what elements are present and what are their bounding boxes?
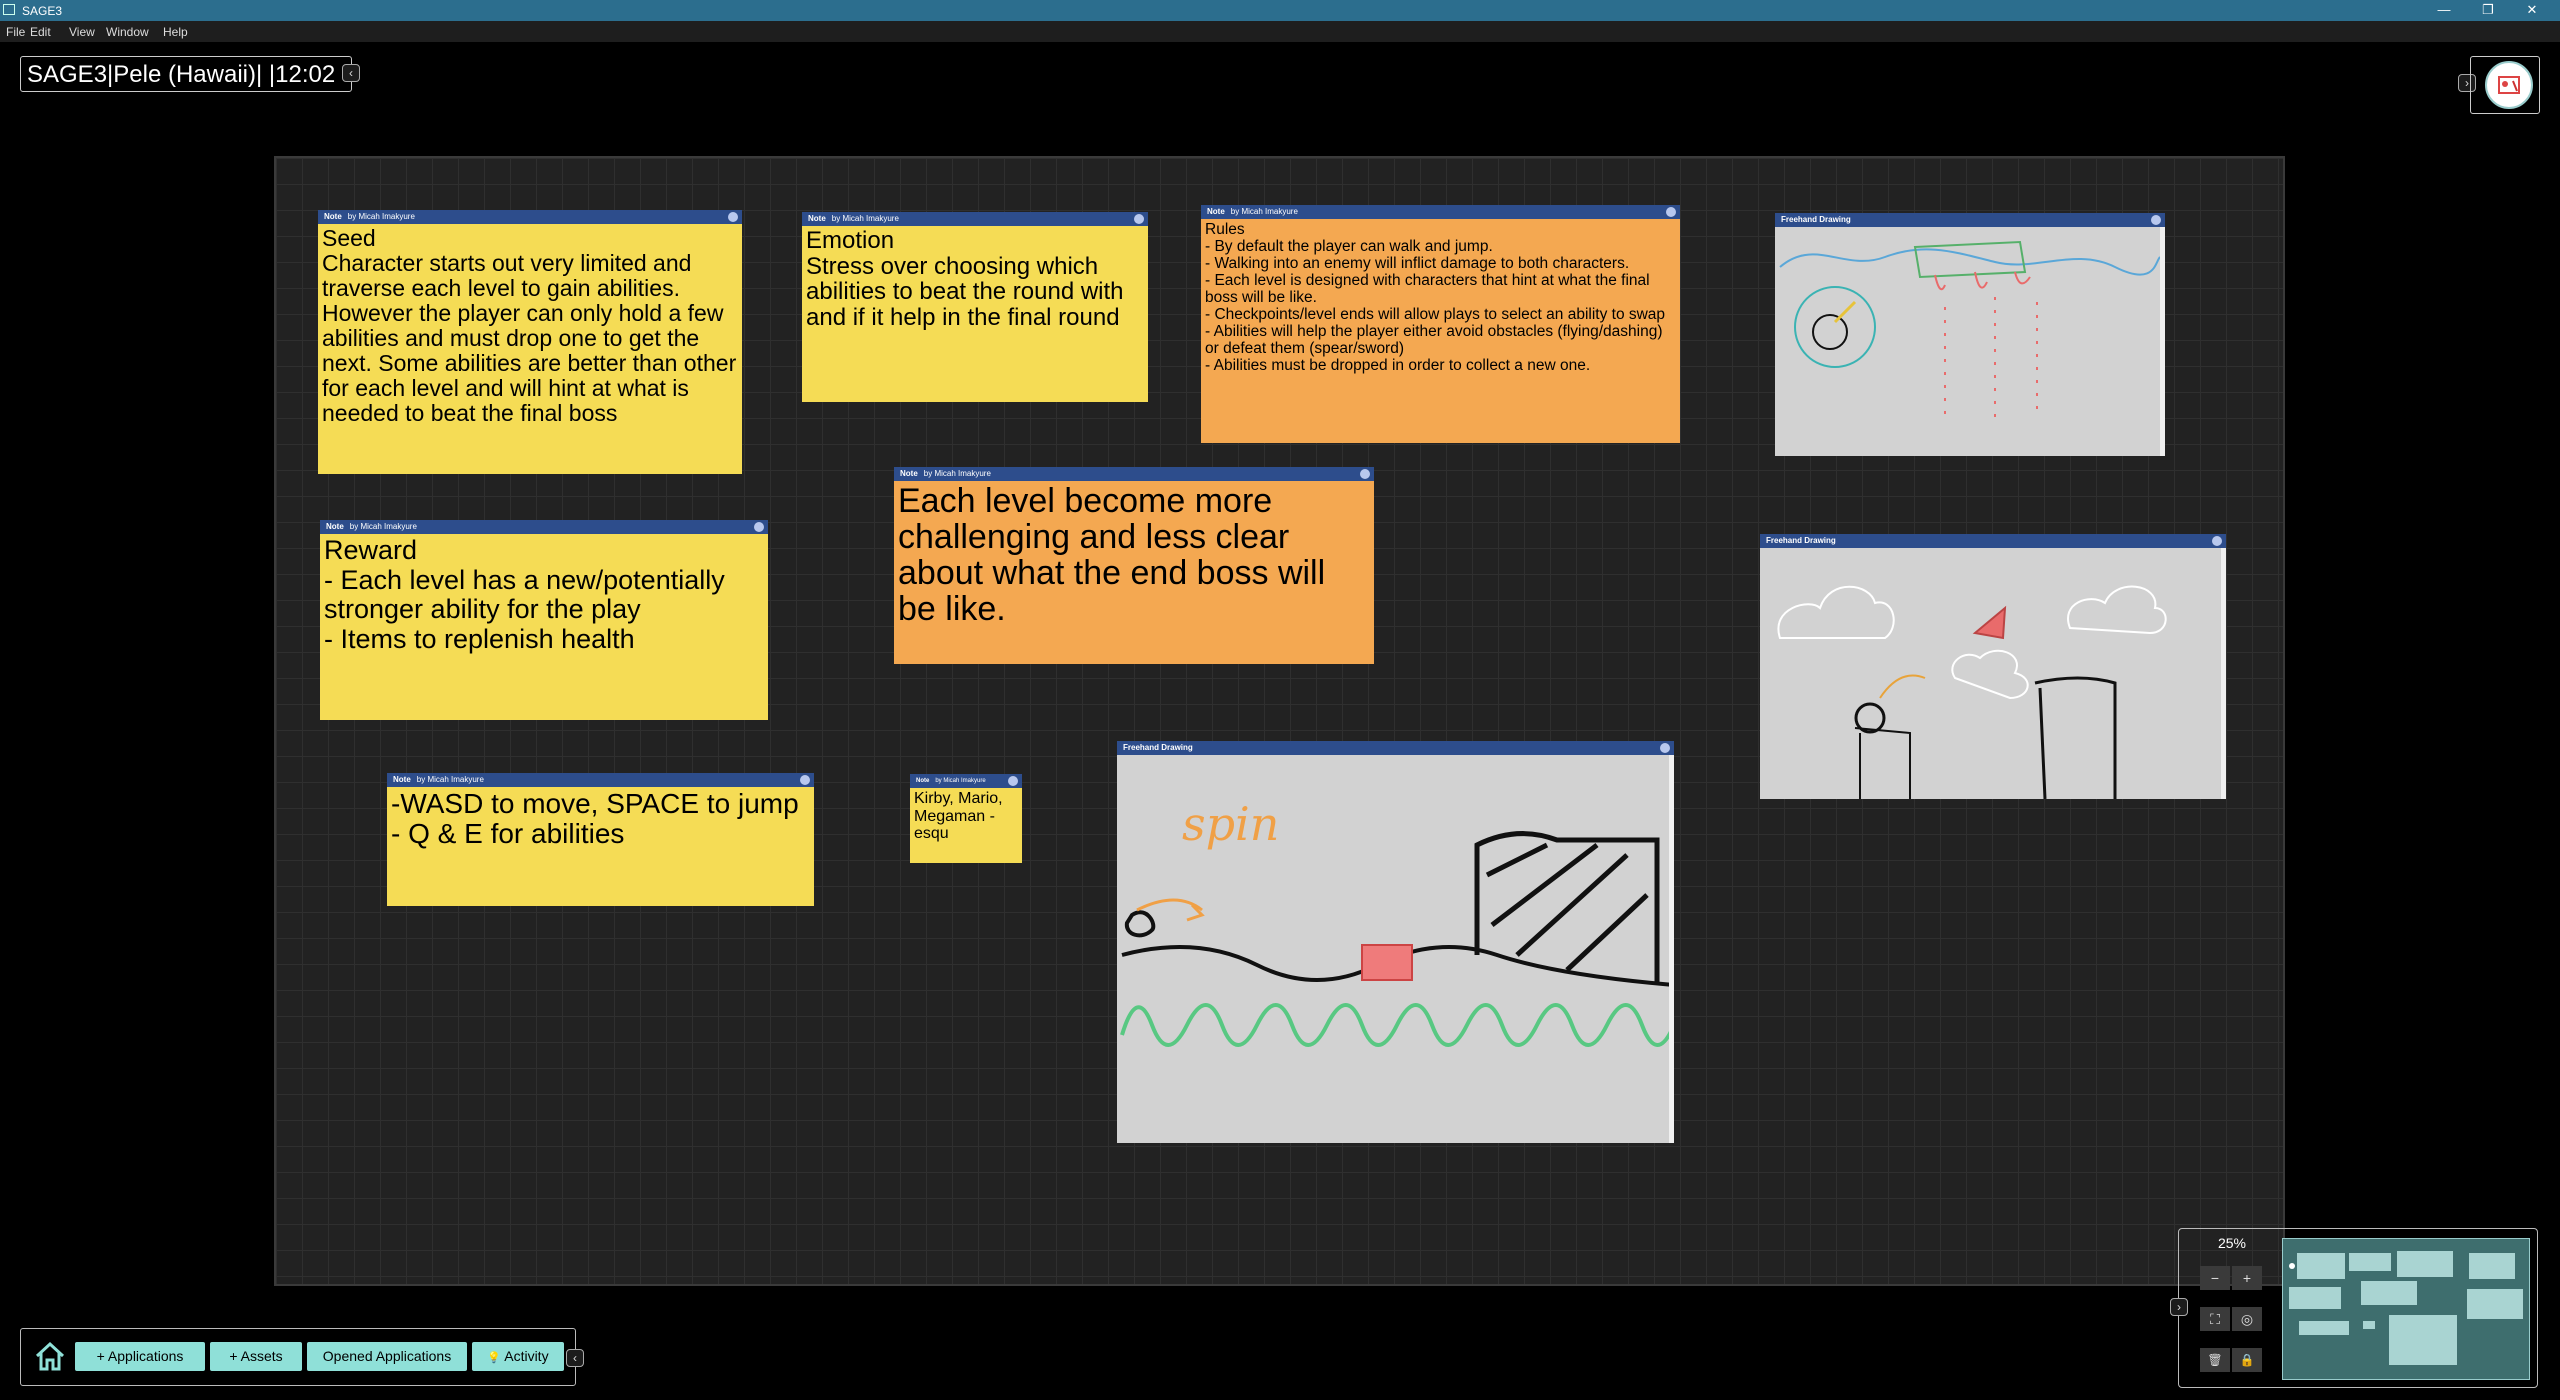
note-header[interactable]: Note by Micah Imakyure	[318, 210, 742, 224]
info-icon[interactable]	[1134, 214, 1144, 224]
note-text[interactable]: Kirby, Mario, Megaman - esqu	[910, 788, 1022, 863]
drawing-scrollbar[interactable]	[2221, 548, 2226, 799]
minimap-app	[2361, 1281, 2417, 1305]
note-header[interactable]: Note by Micah Imakyure	[387, 773, 814, 787]
close-button[interactable]: ✕	[2512, 1, 2552, 19]
menu-file[interactable]: File	[6, 25, 25, 39]
drawing-canvas[interactable]	[1775, 227, 2165, 456]
window-title: SAGE3	[22, 4, 63, 18]
freehand-drawing-3[interactable]: Freehand Drawing spin	[1117, 741, 1674, 1143]
lock-icon[interactable]: 🔒	[2232, 1348, 2262, 1372]
center-view-icon[interactable]: ◎	[2232, 1307, 2262, 1331]
avatar-image-icon	[2498, 76, 2520, 94]
info-icon[interactable]	[2151, 215, 2161, 225]
minimap[interactable]	[2282, 1238, 2530, 1380]
freehand-drawing-2[interactable]: Freehand Drawing	[1760, 534, 2226, 799]
info-icon[interactable]	[1660, 743, 1670, 753]
drawing-header[interactable]: Freehand Drawing	[1775, 213, 2165, 227]
opened-applications-button[interactable]: Opened Applications	[307, 1342, 467, 1371]
sage3-app-icon	[3, 4, 15, 15]
applications-button[interactable]: + Applications	[75, 1342, 205, 1371]
window-titlebar: SAGE3 — ❐ ✕	[0, 0, 2560, 21]
board-title: SAGE3|Pele (Hawaii)| |12:02	[20, 56, 352, 92]
user-avatar-panel	[2470, 56, 2540, 114]
freehand-drawing-1[interactable]: Freehand Drawing	[1775, 213, 2165, 456]
note-text[interactable]: Each level become more challenging and l…	[894, 481, 1374, 664]
info-icon[interactable]	[754, 522, 764, 532]
zoom-in-button[interactable]: +	[2232, 1266, 2262, 1290]
info-icon[interactable]	[1360, 469, 1370, 479]
info-icon[interactable]	[1666, 207, 1676, 217]
note-rules[interactable]: Note by Micah Imakyure Rules - By default…	[1201, 205, 1680, 443]
drawing-sketch	[1777, 585, 2167, 799]
main-toolbar: + Applications + Assets Opened Applicati…	[20, 1328, 576, 1386]
note-text[interactable]: -WASD to move, SPACE to jump - Q & E for…	[387, 787, 814, 906]
collapse-toolbar-button[interactable]: ‹	[566, 1349, 584, 1367]
note-inspiration[interactable]: Note by Micah Imakyure Kirby, Mario, Mega…	[910, 774, 1022, 863]
info-icon[interactable]	[800, 775, 810, 785]
menu-bar: File Edit View Window Help	[0, 21, 2560, 42]
note-header[interactable]: Note by Micah Imakyure	[910, 774, 1022, 788]
minimize-button[interactable]: —	[2424, 1, 2464, 19]
drawing-scrollbar[interactable]	[1669, 755, 1674, 1143]
menu-view[interactable]: View	[69, 25, 95, 39]
minimap-app	[2467, 1289, 2523, 1319]
note-controls[interactable]: Note by Micah Imakyure -WASD to move, SPA…	[387, 773, 814, 906]
activity-button[interactable]: 💡 Activity	[472, 1342, 564, 1371]
minimap-cursor	[2289, 1263, 2295, 1269]
handwriting-text: spin	[1182, 797, 1279, 851]
zoom-level: 25%	[2217, 1235, 2247, 1251]
minimap-app	[2389, 1315, 2457, 1365]
fit-board-icon[interactable]: ⛶	[2200, 1307, 2230, 1331]
note-seed[interactable]: Note by Micah Imakyure Seed Character sta…	[318, 210, 742, 474]
drawing-sketch: spin	[1120, 797, 1674, 1047]
expand-navigator-button[interactable]: ›	[2170, 1298, 2188, 1316]
trash-icon[interactable]: 🗑	[2200, 1348, 2230, 1372]
minimap-app	[2349, 1253, 2391, 1271]
minimap-app	[2297, 1253, 2345, 1279]
drawing-canvas[interactable]: spin	[1117, 755, 1674, 1143]
note-text[interactable]: Emotion Stress over choosing which abili…	[802, 226, 1148, 402]
note-text[interactable]: Rules - By default the player can walk a…	[1201, 219, 1680, 443]
plus-icon: +	[96, 1348, 105, 1364]
note-challenge[interactable]: Note by Micah Imakyure Each level become …	[894, 467, 1374, 664]
minimap-app	[2289, 1287, 2341, 1309]
minimap-app	[2469, 1253, 2515, 1279]
drawing-header[interactable]: Freehand Drawing	[1760, 534, 2226, 548]
note-text[interactable]: Seed Character starts out very limited a…	[318, 224, 742, 474]
drawing-scrollbar[interactable]	[2160, 227, 2165, 456]
note-header[interactable]: Note by Micah Imakyure	[802, 212, 1148, 226]
minimap-app	[2363, 1321, 2375, 1329]
info-icon[interactable]	[728, 212, 738, 222]
lightbulb-icon: 💡	[487, 1352, 502, 1364]
menu-edit[interactable]: Edit	[30, 25, 51, 39]
note-emotion[interactable]: Note by Micah Imakyure Emotion Stress ove…	[802, 212, 1148, 402]
home-icon[interactable]	[33, 1339, 67, 1373]
zoom-out-button[interactable]: −	[2200, 1266, 2230, 1290]
note-text[interactable]: Reward - Each level has a new/potentiall…	[320, 534, 768, 720]
menu-window[interactable]: Window	[106, 25, 149, 39]
drawing-sketch	[1779, 240, 2161, 417]
drawing-header[interactable]: Freehand Drawing	[1117, 741, 1674, 755]
note-header[interactable]: Note by Micah Imakyure	[320, 520, 768, 534]
info-icon[interactable]	[2212, 536, 2222, 546]
minimap-app	[2299, 1321, 2349, 1335]
minimap-app	[2397, 1251, 2453, 1277]
drawing-canvas[interactable]	[1760, 548, 2226, 799]
menu-help[interactable]: Help	[163, 25, 188, 39]
note-header[interactable]: Note by Micah Imakyure	[1201, 205, 1680, 219]
note-header[interactable]: Note by Micah Imakyure	[894, 467, 1374, 481]
info-icon[interactable]	[1008, 776, 1018, 786]
assets-button[interactable]: + Assets	[210, 1342, 302, 1371]
plus-icon: +	[229, 1348, 238, 1364]
maximize-button[interactable]: ❐	[2468, 1, 2508, 19]
collapse-title-button[interactable]: ‹	[342, 64, 360, 82]
note-reward[interactable]: Note by Micah Imakyure Reward - Each leve…	[320, 520, 768, 720]
avatar[interactable]	[2485, 61, 2533, 109]
